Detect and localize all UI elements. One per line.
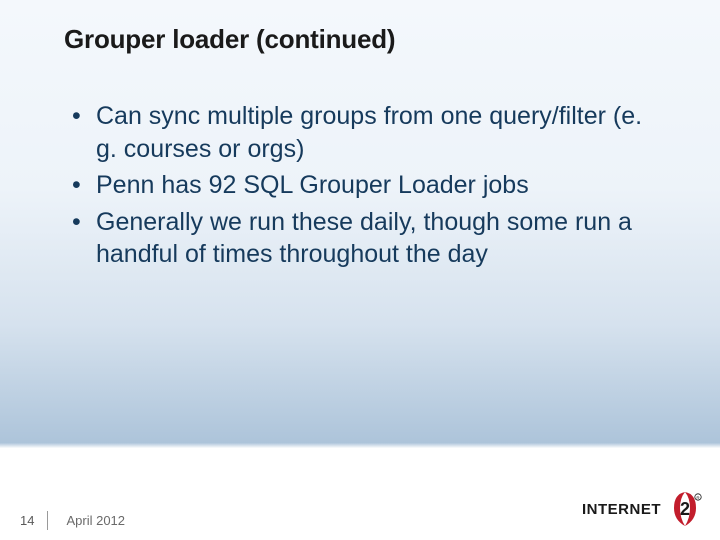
slide-body: Can sync multiple groups from one query/… <box>64 100 660 275</box>
slide-title: Grouper loader (continued) <box>64 24 395 55</box>
presentation-slide: Grouper loader (continued) Can sync mult… <box>0 0 720 540</box>
slide-footer: 14 April 2012 <box>20 513 125 528</box>
svg-text:INTERNET: INTERNET <box>582 501 661 518</box>
list-item: Penn has 92 SQL Grouper Loader jobs <box>92 169 660 202</box>
svg-text:2: 2 <box>680 499 690 519</box>
list-item: Can sync multiple groups from one query/… <box>92 100 660 165</box>
page-number: 14 <box>20 513 48 528</box>
bullet-list: Can sync multiple groups from one query/… <box>64 100 660 271</box>
footer-date: April 2012 <box>66 513 125 528</box>
internet2-logo-icon: INTERNET 2 R <box>582 486 702 532</box>
list-item: Generally we run these daily, though som… <box>92 206 660 271</box>
